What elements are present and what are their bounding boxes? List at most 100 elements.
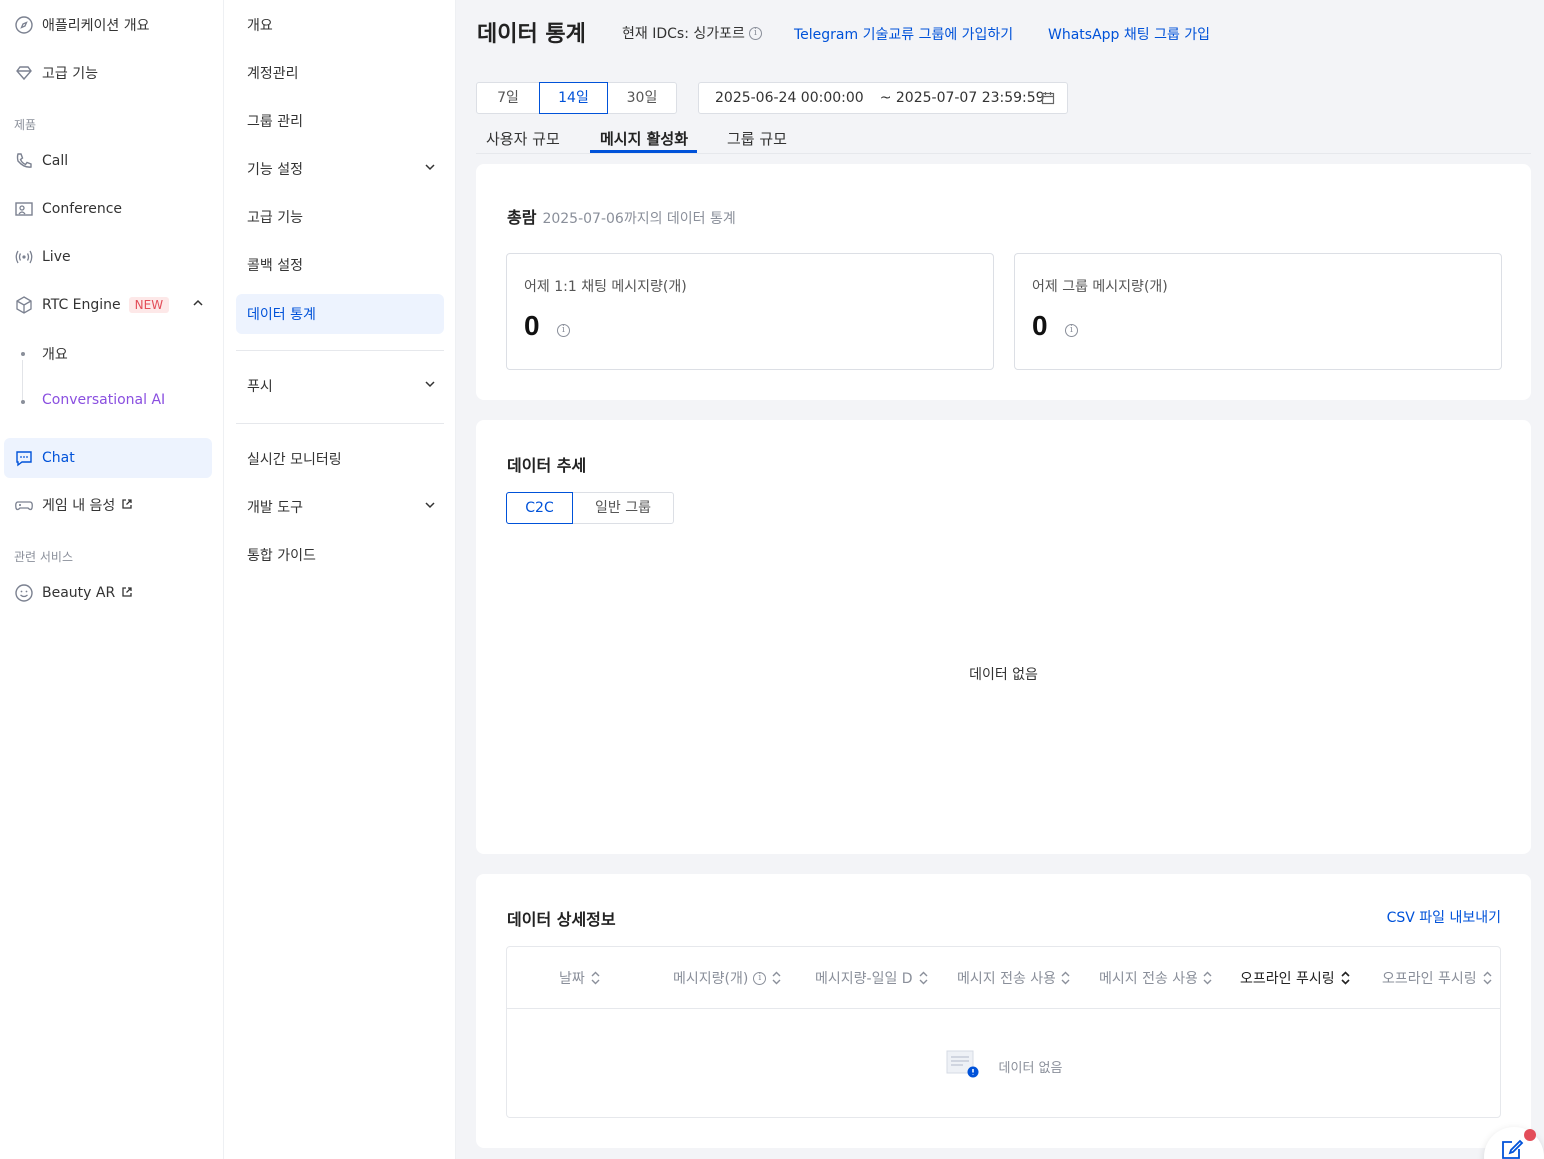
column-header-sender-1[interactable]: 메시지 전송 사용	[957, 968, 1075, 988]
column-header-message-count[interactable]: 메시지량(개) i	[673, 968, 791, 988]
overview-subtitle: 2025-07-06까지의 데이터 통계	[542, 211, 736, 227]
sidebar-item-label: Live	[42, 249, 71, 265]
sidebar-item-label: 애플리케이션 개요	[42, 18, 150, 34]
whatsapp-link[interactable]: WhatsApp 채팅 그룹 가입	[1048, 24, 1210, 44]
subnav-label: 개발 도구	[247, 500, 303, 516]
empty-text: 데이터 없음	[998, 1060, 1063, 1076]
sort-icon	[772, 971, 781, 985]
smile-icon	[14, 583, 34, 603]
info-icon[interactable]: i	[753, 971, 767, 985]
diamond-icon	[14, 63, 34, 83]
info-icon[interactable]: i	[557, 324, 570, 337]
detail-title: 데이터 상세정보	[507, 910, 616, 929]
column-label: 오프라인 푸시링	[1382, 971, 1477, 987]
column-header-offline-push-2[interactable]: 오프라인 푸시링	[1382, 968, 1500, 988]
trend-card: 데이터 추세 C2C 일반 그룹 데이터 없음	[476, 420, 1531, 854]
sort-icon	[1341, 971, 1350, 985]
sidebar-item-call[interactable]: Call	[4, 141, 212, 181]
sidebar-item-label: Call	[42, 153, 69, 169]
subnav-item-feature-settings[interactable]: 기능 설정	[236, 149, 444, 189]
phone-icon	[14, 151, 34, 171]
section-products: 제품	[14, 118, 37, 132]
table-empty-state: 데이터 없음	[507, 1049, 1500, 1083]
sidebar-item-app-overview[interactable]: 애플리케이션 개요	[4, 5, 212, 45]
tab-user-scale[interactable]: 사용자 규모	[486, 128, 560, 149]
chevron-down-icon	[424, 499, 436, 515]
sub-navigation: 개요 계정관리 그룹 관리 기능 설정 고급 기능 콜백 설정 데이터 통계 푸…	[224, 0, 456, 1159]
sidebar-item-label: RTC Engine	[42, 297, 121, 313]
subnav-item-account[interactable]: 계정관리	[236, 53, 444, 93]
edit-icon	[1500, 1139, 1524, 1159]
sidebar-item-live[interactable]: Live	[4, 237, 212, 277]
sidebar-item-chat[interactable]: Chat	[4, 438, 212, 478]
column-header-message-daily[interactable]: 메시지량-일일 D	[815, 968, 933, 988]
stat-value: 0	[524, 310, 540, 341]
external-link-icon	[121, 498, 133, 513]
sidebar-item-advanced[interactable]: 고급 기능	[4, 53, 212, 93]
chevron-up-icon[interactable]	[192, 297, 204, 313]
range-14d[interactable]: 14일	[539, 82, 608, 114]
info-icon[interactable]: i	[748, 26, 762, 40]
subnav-item-callback[interactable]: 콜백 설정	[236, 245, 444, 285]
detail-card: 데이터 상세정보 CSV 파일 내보내기 날짜 메시지량(개) i 메시지량-일…	[476, 874, 1531, 1148]
subnav-label: 기능 설정	[247, 162, 303, 178]
range-30d[interactable]: 30일	[608, 83, 676, 113]
subnav-item-integration-guide[interactable]: 통합 가이드	[236, 535, 444, 575]
chevron-down-icon	[424, 161, 436, 177]
sidebar-item-beauty-ar[interactable]: Beauty AR	[4, 573, 212, 613]
column-label: 날짜	[559, 971, 585, 987]
new-badge: NEW	[128, 297, 170, 313]
column-header-sender-2[interactable]: 메시지 전송 사용	[1099, 968, 1217, 988]
date-start: 2025-06-24 00:00:00	[715, 90, 864, 106]
subnav-item-push[interactable]: 푸시	[236, 366, 444, 406]
sidebar-item-conference[interactable]: Conference	[4, 189, 212, 229]
column-label: 메시지량(개)	[673, 971, 749, 987]
no-data-text: 데이터 없음	[969, 667, 1038, 683]
stat-label: 어제 1:1 채팅 메시지량(개)	[524, 279, 687, 295]
csv-export-link[interactable]: CSV 파일 내보내기	[1387, 907, 1501, 927]
compass-icon	[14, 15, 34, 35]
subnav-item-advanced[interactable]: 고급 기능	[236, 197, 444, 237]
column-header-date[interactable]: 날짜	[559, 968, 609, 988]
main-content: 데이터 통계 현재 IDCs: 싱가포르 i Telegram 기술교류 그룹에…	[456, 0, 1544, 1159]
calendar-icon	[1041, 91, 1055, 109]
stat-label: 어제 그룹 메시지량(개)	[1032, 279, 1168, 295]
subnav-item-group-management[interactable]: 그룹 관리	[236, 101, 444, 141]
date-range-picker[interactable]: 2025-06-24 00:00:00 ~ 2025-07-07 23:59:5…	[698, 82, 1068, 114]
overview-title: 총람 2025-07-06까지의 데이터 통계	[507, 204, 736, 228]
divider	[236, 423, 444, 424]
date-end: ~ 2025-07-07 23:59:59	[879, 90, 1045, 106]
sidebar-subitem-overview[interactable]: 개요	[42, 344, 68, 364]
toggle-c2c[interactable]: C2C	[506, 492, 573, 524]
sidebar-item-game-voice[interactable]: 게임 내 음성	[4, 485, 212, 525]
stat-group-messages: 어제 그룹 메시지량(개) 0 i	[1014, 253, 1502, 370]
trend-title: 데이터 추세	[507, 456, 587, 475]
column-label: 메시지 전송 사용	[957, 971, 1055, 987]
sidebar-item-label: 게임 내 음성	[42, 498, 116, 514]
cube-icon	[14, 295, 34, 315]
sidebar-subitem-conversational-ai[interactable]: Conversational AI	[42, 392, 165, 408]
overview-heading: 총람	[507, 208, 537, 227]
page-title: 데이터 통계	[477, 22, 586, 47]
chevron-down-icon	[424, 378, 436, 394]
column-label: 오프라인 푸시링	[1240, 971, 1335, 987]
subnav-item-monitoring[interactable]: 실시간 모니터링	[236, 439, 444, 479]
info-icon[interactable]: i	[1065, 324, 1078, 337]
range-selector: 7일 14일 30일	[476, 82, 677, 114]
empty-document-icon	[945, 1049, 979, 1083]
toggle-group[interactable]: 일반 그룹	[573, 493, 673, 523]
divider	[236, 350, 444, 351]
range-7d[interactable]: 7일	[477, 83, 539, 113]
telegram-link[interactable]: Telegram 기술교류 그룹에 가입하기	[794, 24, 1013, 44]
sidebar-item-rtc-engine[interactable]: RTC Engine NEW	[4, 285, 212, 325]
tab-group-scale[interactable]: 그룹 규모	[727, 128, 787, 149]
subnav-item-overview[interactable]: 개요	[236, 5, 444, 45]
subnav-label: 푸시	[247, 379, 273, 395]
column-header-offline-push-1[interactable]: 오프라인 푸시링	[1240, 968, 1360, 988]
tab-message-activity[interactable]: 메시지 활성화	[600, 128, 688, 149]
subnav-item-data-statistics[interactable]: 데이터 통계	[236, 294, 444, 334]
subnav-item-dev-tools[interactable]: 개발 도구	[236, 487, 444, 527]
external-link-icon	[121, 586, 133, 601]
stat-value: 0	[1032, 310, 1048, 341]
sidebar-item-label: 고급 기능	[42, 66, 98, 82]
